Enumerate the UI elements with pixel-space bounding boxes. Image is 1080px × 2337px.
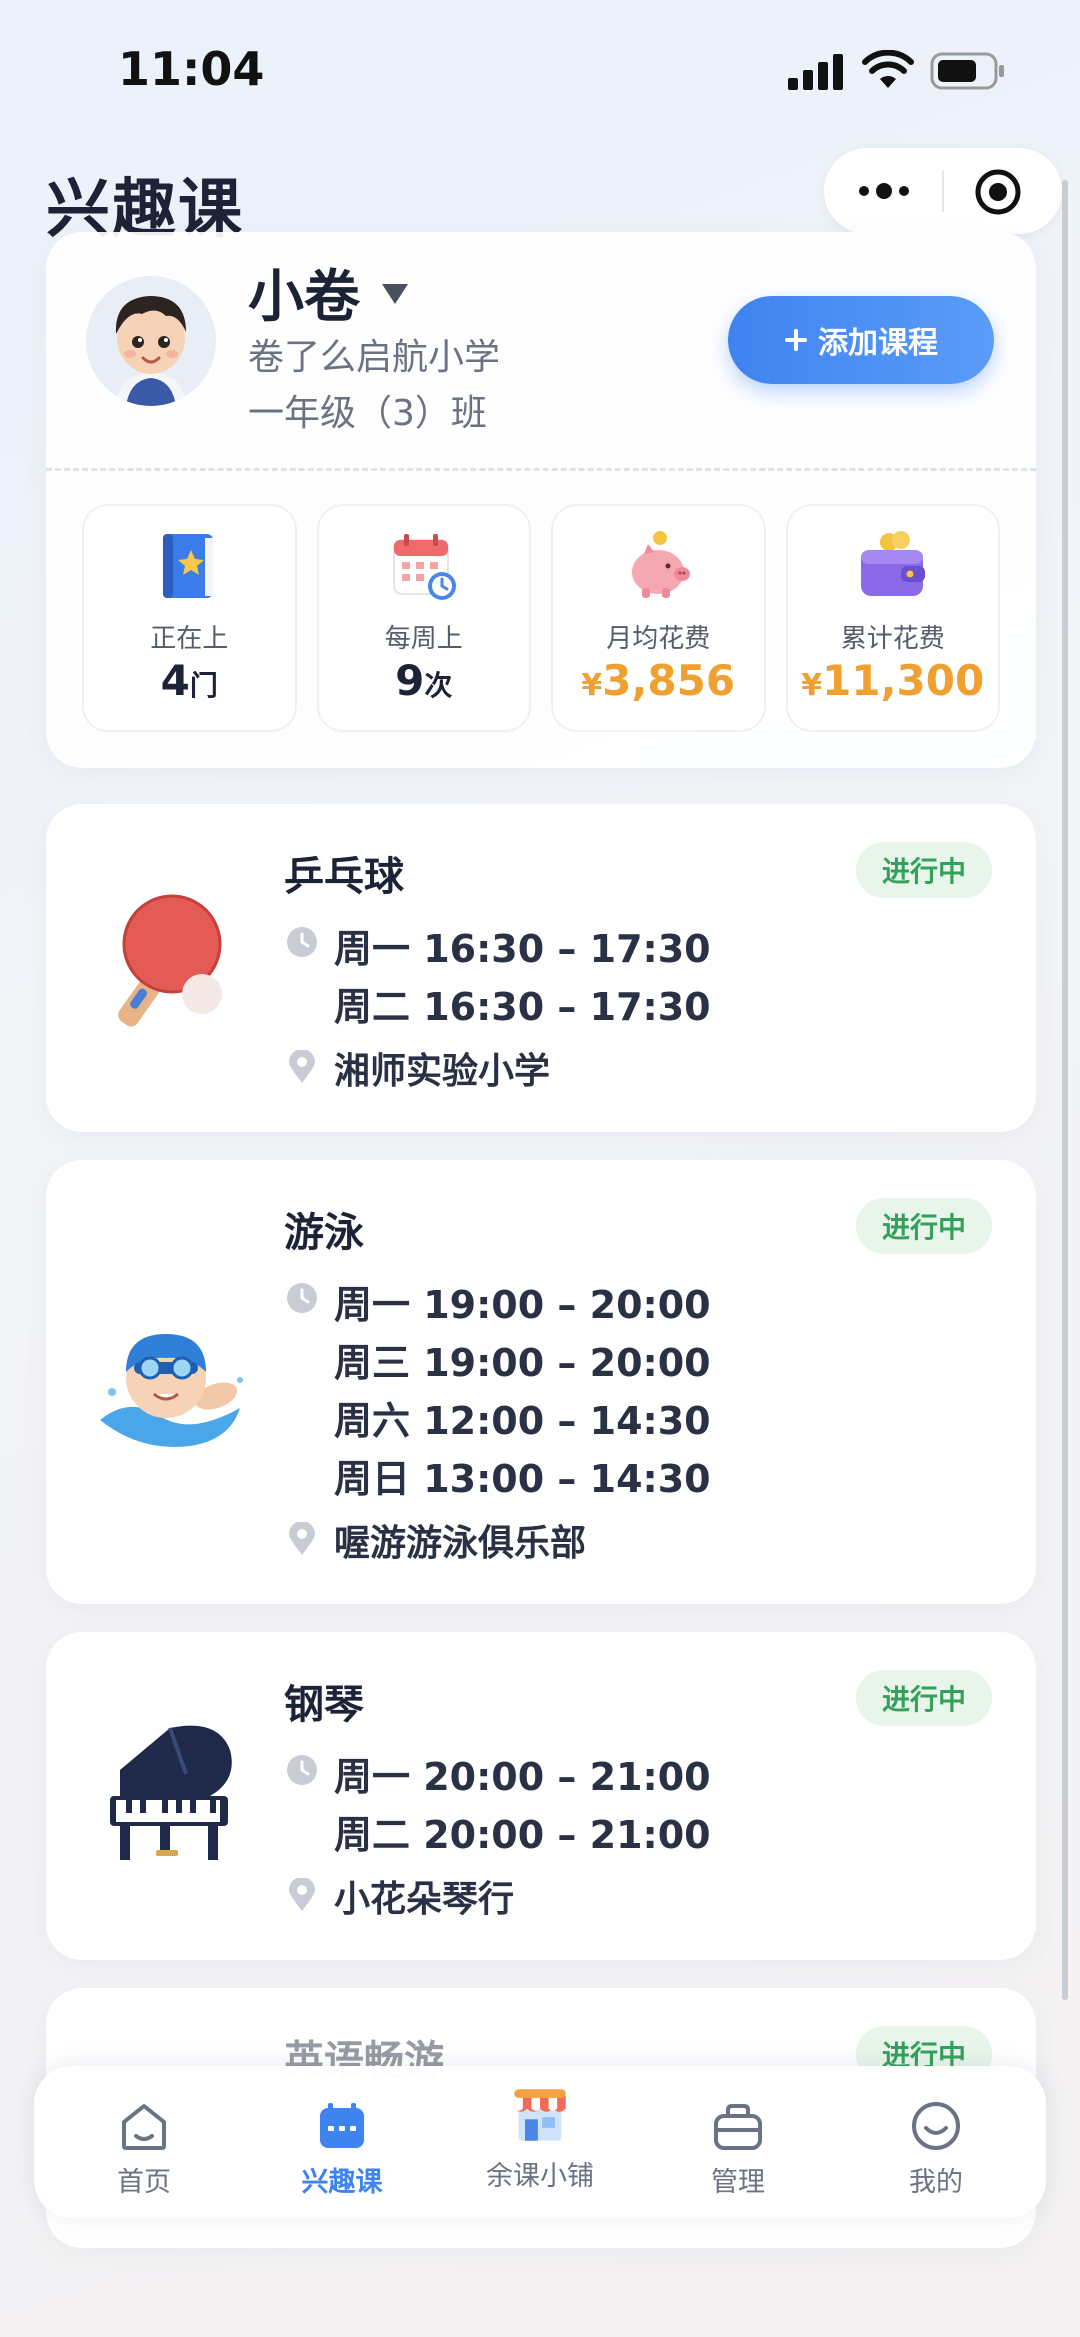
course-location: 小花朵琴行 (334, 1879, 515, 1920)
nav-courses[interactable]: 兴趣课 (252, 2066, 432, 2218)
nav-label: 首页 (117, 2167, 171, 2198)
schedule-time: 周日 13:00 – 14:30 (334, 1457, 711, 1501)
plus-icon (785, 329, 807, 351)
nav-shop[interactable]: 余课小铺 (450, 2066, 630, 2218)
mini-program-capsule (824, 148, 1062, 234)
stat-label: 月均花费 (606, 624, 711, 654)
stat-value: 9次 (395, 656, 453, 705)
nav-label: 兴趣课 (301, 2167, 383, 2198)
wallet-icon (860, 531, 925, 596)
status-badge: 进行中 (856, 1198, 992, 1254)
clock-icon (287, 927, 317, 957)
dropdown-triangle-icon[interactable] (378, 278, 412, 308)
battery-icon (930, 52, 1004, 90)
schedule-time: 周一 20:00 – 21:00 (334, 1755, 711, 1799)
capsule-divider (942, 170, 944, 212)
location-pin-icon (289, 1878, 315, 1911)
clock-icon (287, 1283, 317, 1313)
schedule-time: 周三 19:00 – 20:00 (334, 1341, 711, 1385)
ping-pong-icon (118, 894, 222, 1027)
stat-label: 每周上 (384, 624, 463, 654)
stat-active-courses[interactable]: 正在上 4门 (82, 504, 297, 732)
school-name: 卷了么启航小学 (248, 337, 501, 378)
scrollbar[interactable] (1062, 180, 1068, 2000)
location-pin-icon (289, 1522, 315, 1555)
piggy-bank-icon (632, 531, 691, 598)
schedule-time: 周六 12:00 – 14:30 (334, 1399, 711, 1443)
bottom-nav: 首页 兴趣课 余课小铺 管理 我的 (34, 2066, 1046, 2218)
nav-profile[interactable]: 我的 (846, 2066, 1026, 2218)
boy-avatar-icon (86, 276, 216, 406)
location-pin-icon (289, 1050, 315, 1083)
clock-icon (287, 1755, 317, 1785)
piano-icon (110, 1725, 232, 1860)
shop-icon (514, 2089, 566, 2141)
signal-icon (788, 54, 843, 90)
close-target-icon[interactable] (972, 166, 1024, 218)
stat-value: ¥11,300 (801, 656, 985, 705)
course-location: 湘师实验小学 (334, 1051, 551, 1092)
home-icon (122, 2104, 166, 2150)
schedule-time: 周一 16:30 – 17:30 (334, 927, 711, 971)
profile-icon (912, 2102, 960, 2150)
stat-label: 正在上 (150, 624, 229, 654)
stat-total-cost[interactable]: 累计花费 ¥11,300 (785, 504, 1000, 732)
course-icon (320, 2103, 364, 2148)
course-card-ping-pong[interactable]: 乒乓球 进行中 周一 16:30 – 17:30 周二 16:30 – 17:3… (46, 804, 1036, 1132)
child-name[interactable]: 小卷 (248, 252, 360, 333)
swimmer-icon (100, 1334, 243, 1447)
nav-label: 余课小铺 (486, 2161, 594, 2192)
nav-home[interactable]: 首页 (54, 2066, 234, 2218)
dashed-divider (46, 468, 1036, 471)
course-card-swimming[interactable]: 游泳 进行中 周一 19:00 – 20:00 周三 19:00 – 20:00… (46, 1160, 1036, 1604)
schedule-time: 周一 19:00 – 20:00 (334, 1283, 711, 1327)
stat-value: ¥3,856 (581, 656, 736, 705)
status-time: 11:04 (118, 42, 265, 96)
course-name: 钢琴 (284, 1682, 364, 1728)
profile-card: 小卷 卷了么启航小学 一年级（3）班 添加课程 正在上 4门 每周上 9次 月均… (46, 232, 1036, 768)
more-icon[interactable] (854, 176, 914, 206)
stat-label: 累计花费 (840, 624, 945, 654)
avatar[interactable] (86, 276, 216, 406)
stat-weekly-sessions[interactable]: 每周上 9次 (316, 504, 531, 732)
status-bar: 11:04 (0, 0, 1080, 140)
add-course-label: 添加课程 (818, 326, 938, 361)
class-name: 一年级（3）班 (248, 393, 487, 434)
status-badge: 进行中 (856, 842, 992, 898)
course-name: 乒乓球 (284, 854, 404, 900)
manage-icon (714, 2104, 762, 2150)
schedule-time: 周二 16:30 – 17:30 (334, 985, 711, 1029)
schedule-time: 周二 20:00 – 21:00 (334, 1813, 711, 1857)
calendar-icon (392, 534, 456, 600)
wifi-icon (862, 50, 914, 88)
course-card-piano[interactable]: 钢琴 进行中 周一 20:00 – 21:00 周二 20:00 – 21:00… (46, 1632, 1036, 1960)
stat-value: 4门 (160, 656, 218, 705)
book-icon (163, 534, 214, 598)
stats-row: 正在上 4门 每周上 9次 月均花费 ¥3,856 累计花费 ¥11,300 (82, 504, 1000, 732)
nav-manage[interactable]: 管理 (648, 2066, 828, 2218)
course-location: 喔游游泳俱乐部 (334, 1523, 587, 1564)
course-name: 游泳 (284, 1210, 364, 1256)
stat-monthly-cost[interactable]: 月均花费 ¥3,856 (551, 504, 766, 732)
add-course-button[interactable]: 添加课程 (728, 296, 994, 384)
nav-label: 我的 (909, 2167, 963, 2198)
nav-label: 管理 (711, 2167, 765, 2198)
status-badge: 进行中 (856, 1670, 992, 1726)
